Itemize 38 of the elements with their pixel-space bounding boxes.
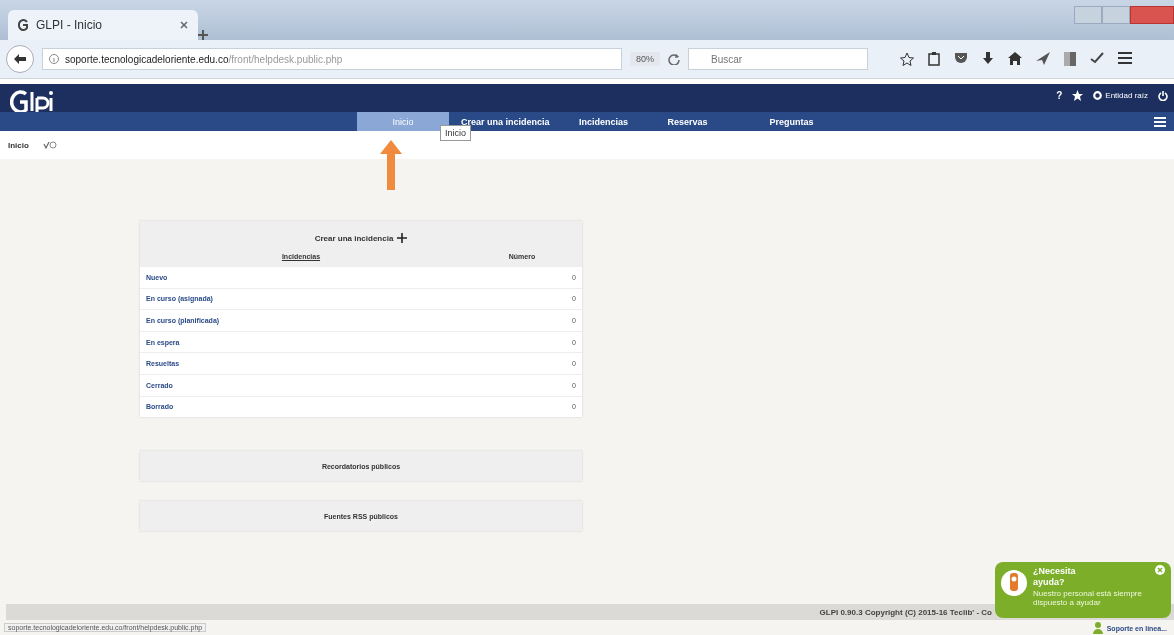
entity-link[interactable]: Entidad raíz xyxy=(1105,91,1148,100)
check-icon[interactable] xyxy=(1090,52,1104,64)
browser-tab[interactable]: GLPI - Inicio xyxy=(8,10,198,40)
menu-icon[interactable] xyxy=(1118,52,1132,64)
help-link[interactable]: ? xyxy=(1056,90,1063,101)
nav-tab[interactable]: Reservas xyxy=(645,112,730,131)
power-icon[interactable] xyxy=(1158,90,1168,101)
help-title: ¿Necesita ayuda? xyxy=(1033,566,1077,588)
address-bar[interactable]: soporte.tecnologicadeloriente.edu.co/front/helpdesk.public.php xyxy=(42,48,622,70)
glpi-favicon-icon xyxy=(18,19,28,31)
panel-title[interactable]: Crear una incidencia xyxy=(314,233,394,243)
plus-icon[interactable] xyxy=(397,233,408,243)
person-icon xyxy=(1092,622,1103,634)
up-arrow-icon xyxy=(380,140,402,190)
back-arrow-icon xyxy=(14,54,26,64)
back-button[interactable] xyxy=(6,45,34,73)
nav-tab[interactable]: Incidencias xyxy=(561,112,646,131)
clipboard-icon[interactable] xyxy=(928,52,940,66)
breadcrumb-link[interactable]: Inicio xyxy=(8,140,29,150)
pocket-icon[interactable] xyxy=(954,52,968,64)
tooltip: Inicio xyxy=(440,125,471,141)
star-icon[interactable] xyxy=(1072,90,1084,101)
zoom-level[interactable]: 80% xyxy=(630,52,660,66)
close-icon[interactable] xyxy=(180,21,188,29)
close-icon[interactable] xyxy=(1155,565,1165,575)
glpi-logo-icon xyxy=(10,89,56,115)
help-message: Nuestro personal está siempre dispuesto a ayudar xyxy=(1033,589,1143,607)
search-field[interactable]: Buscar xyxy=(688,48,868,70)
new-tab-icon[interactable] xyxy=(198,30,208,40)
send-icon[interactable] xyxy=(1036,52,1050,65)
nav-tab[interactable]: Preguntas xyxy=(749,112,834,131)
star-icon[interactable] xyxy=(900,52,914,66)
info-icon xyxy=(49,54,59,64)
copyright-text: GLPI 0.90.3 Copyright (C) 2015-16 Teclib' - Co xyxy=(819,607,992,617)
sidebar-icon[interactable] xyxy=(1064,52,1076,66)
reload-icon[interactable] xyxy=(668,53,680,65)
home-icon[interactable] xyxy=(1008,52,1022,65)
download-icon[interactable] xyxy=(982,52,994,66)
